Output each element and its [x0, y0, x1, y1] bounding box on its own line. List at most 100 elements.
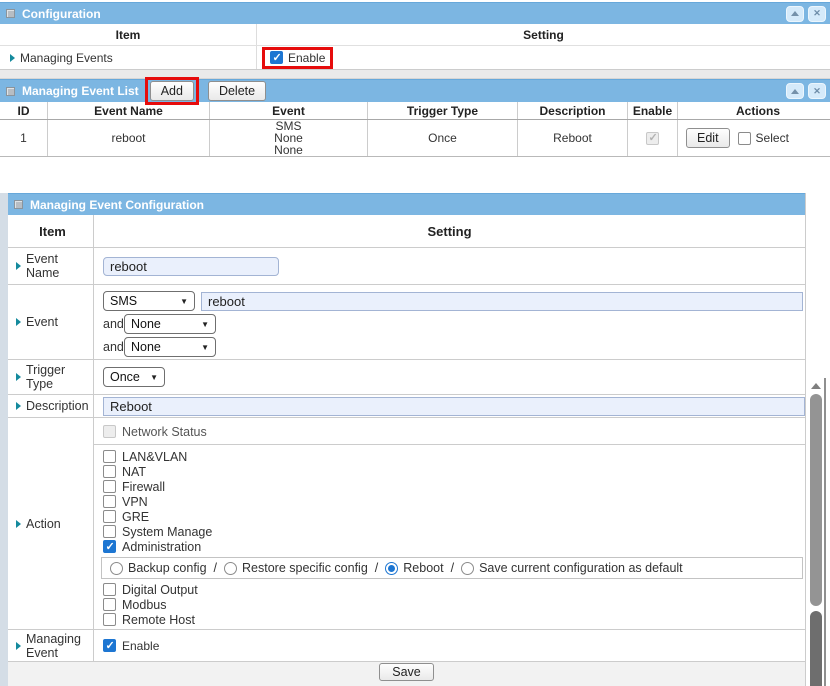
event-and1-select[interactable]: None ▼	[124, 314, 216, 334]
bullet-arrow-icon	[16, 262, 21, 270]
event-label: Event	[26, 315, 58, 329]
column-header-event: Event	[210, 102, 368, 119]
column-header-enable: Enable	[628, 102, 678, 119]
managing-event-list-panel: Managing Event List Add Delete ✕ ID Even…	[0, 79, 830, 157]
column-header-actions: Actions	[678, 102, 830, 119]
cell-id: 1	[0, 120, 48, 156]
configuration-panel-header: Configuration ✕	[0, 2, 830, 24]
event-row: Event SMS ▼ and None ▼	[8, 285, 805, 360]
gre-checkbox[interactable]	[103, 510, 116, 523]
edit-button[interactable]: Edit	[686, 128, 730, 148]
network-status-checkbox	[103, 425, 116, 438]
save-default-radio[interactable]	[461, 562, 474, 575]
bullet-arrow-icon	[16, 520, 21, 528]
column-header-id: ID	[0, 102, 48, 119]
panel-footer-strip	[0, 70, 830, 79]
bullet-arrow-icon	[10, 54, 15, 62]
trigger-type-row: Trigger Type Once ▼	[8, 360, 805, 395]
digital-output-label: Digital Output	[122, 583, 198, 597]
panel-square-icon	[6, 87, 15, 96]
restore-specific-config-radio[interactable]	[224, 562, 237, 575]
bullet-arrow-icon	[16, 642, 21, 650]
save-button[interactable]: Save	[379, 663, 434, 681]
system-manage-label: System Manage	[122, 525, 212, 539]
event-line-3: None	[274, 144, 303, 156]
add-button[interactable]: Add	[150, 81, 194, 101]
managing-event-configuration-title: Managing Event Configuration	[30, 198, 204, 212]
enable-label: Enable	[122, 639, 159, 653]
backup-config-label: Backup config	[128, 561, 207, 575]
cell-trigger-type: Once	[368, 120, 518, 156]
scroll-up-button[interactable]	[808, 378, 824, 393]
save-default-label: Save current configuration as default	[479, 561, 683, 575]
action-row: Action Network Status LAN&VLAN NAT Firew…	[8, 418, 805, 630]
managing-event-configuration-panel: Managing Event Configuration Item Settin…	[8, 193, 806, 686]
right-border-line	[824, 378, 826, 686]
bullet-arrow-icon	[16, 373, 21, 381]
nat-checkbox[interactable]	[103, 465, 116, 478]
backup-config-radio[interactable]	[110, 562, 123, 575]
modbus-label: Modbus	[122, 598, 166, 612]
vpn-checkbox[interactable]	[103, 495, 116, 508]
event-name-row: Event Name	[8, 248, 805, 285]
trigger-type-select[interactable]: Once ▼	[103, 367, 165, 387]
event-name-input[interactable]	[103, 257, 279, 276]
delete-button[interactable]: Delete	[208, 81, 266, 101]
scrollbar-track[interactable]	[810, 611, 822, 686]
managing-events-enable-checkbox[interactable]	[270, 51, 283, 64]
managing-event-configuration-header: Managing Event Configuration	[8, 193, 805, 215]
column-header-trigger-type: Trigger Type	[368, 102, 518, 119]
managing-event-list-header: Managing Event List Add Delete ✕	[0, 79, 830, 102]
digital-output-checkbox[interactable]	[103, 583, 116, 596]
description-input[interactable]	[103, 397, 805, 416]
row-select-checkbox[interactable]	[738, 132, 751, 145]
managing-event-row: Managing Event Enable	[8, 630, 805, 662]
lan-vlan-checkbox[interactable]	[103, 450, 116, 463]
lan-vlan-label: LAN&VLAN	[122, 450, 187, 464]
modbus-checkbox[interactable]	[103, 598, 116, 611]
separator: /	[373, 561, 380, 575]
network-status-label: Network Status	[122, 425, 207, 439]
left-margin-strip	[0, 193, 8, 686]
remote-host-label: Remote Host	[122, 613, 195, 627]
administration-label: Administration	[122, 540, 201, 554]
separator: /	[449, 561, 456, 575]
managing-event-enable-checkbox[interactable]	[103, 639, 116, 652]
event-value-input[interactable]	[201, 292, 803, 311]
collapse-button[interactable]	[786, 6, 804, 22]
administration-checkbox[interactable]	[103, 540, 116, 553]
restore-specific-config-label: Restore specific config	[242, 561, 368, 575]
reboot-radio[interactable]	[385, 562, 398, 575]
administration-options-box: Backup config / Restore specific config …	[101, 557, 803, 579]
description-label: Description	[26, 399, 89, 413]
firewall-checkbox[interactable]	[103, 480, 116, 493]
table-row: 1 reboot SMS None None Once Reboot Edit …	[0, 120, 830, 157]
column-header-item: Item	[8, 215, 94, 247]
gre-label: GRE	[122, 510, 149, 524]
chevron-down-icon: ▼	[201, 343, 209, 352]
column-header-item: Item	[0, 24, 257, 45]
close-button[interactable]: ✕	[808, 6, 826, 22]
action-label: Action	[26, 517, 61, 531]
managing-event-configuration-area: Managing Event Configuration Item Settin…	[0, 193, 830, 686]
panel-square-icon	[6, 9, 15, 18]
column-header-setting: Setting	[94, 215, 805, 247]
collapse-button[interactable]	[786, 83, 804, 99]
bullet-arrow-icon	[16, 318, 21, 326]
bullet-arrow-icon	[16, 402, 21, 410]
column-header-event-name: Event Name	[48, 102, 210, 119]
reboot-label: Reboot	[403, 561, 443, 575]
event-type-value: SMS	[110, 294, 137, 308]
configuration-panel: Configuration ✕ Item Setting Managing Ev…	[0, 2, 830, 79]
close-button[interactable]: ✕	[808, 83, 826, 99]
remote-host-checkbox[interactable]	[103, 613, 116, 626]
system-manage-checkbox[interactable]	[103, 525, 116, 538]
scrollbar-thumb[interactable]	[810, 394, 822, 606]
description-row: Description	[8, 395, 805, 418]
event-and2-select[interactable]: None ▼	[124, 337, 216, 357]
enable-label: Enable	[288, 51, 325, 65]
column-header-setting: Setting	[257, 24, 830, 45]
event-type-select[interactable]: SMS ▼	[103, 291, 195, 311]
vpn-label: VPN	[122, 495, 148, 509]
cell-event: SMS None None	[210, 120, 368, 156]
